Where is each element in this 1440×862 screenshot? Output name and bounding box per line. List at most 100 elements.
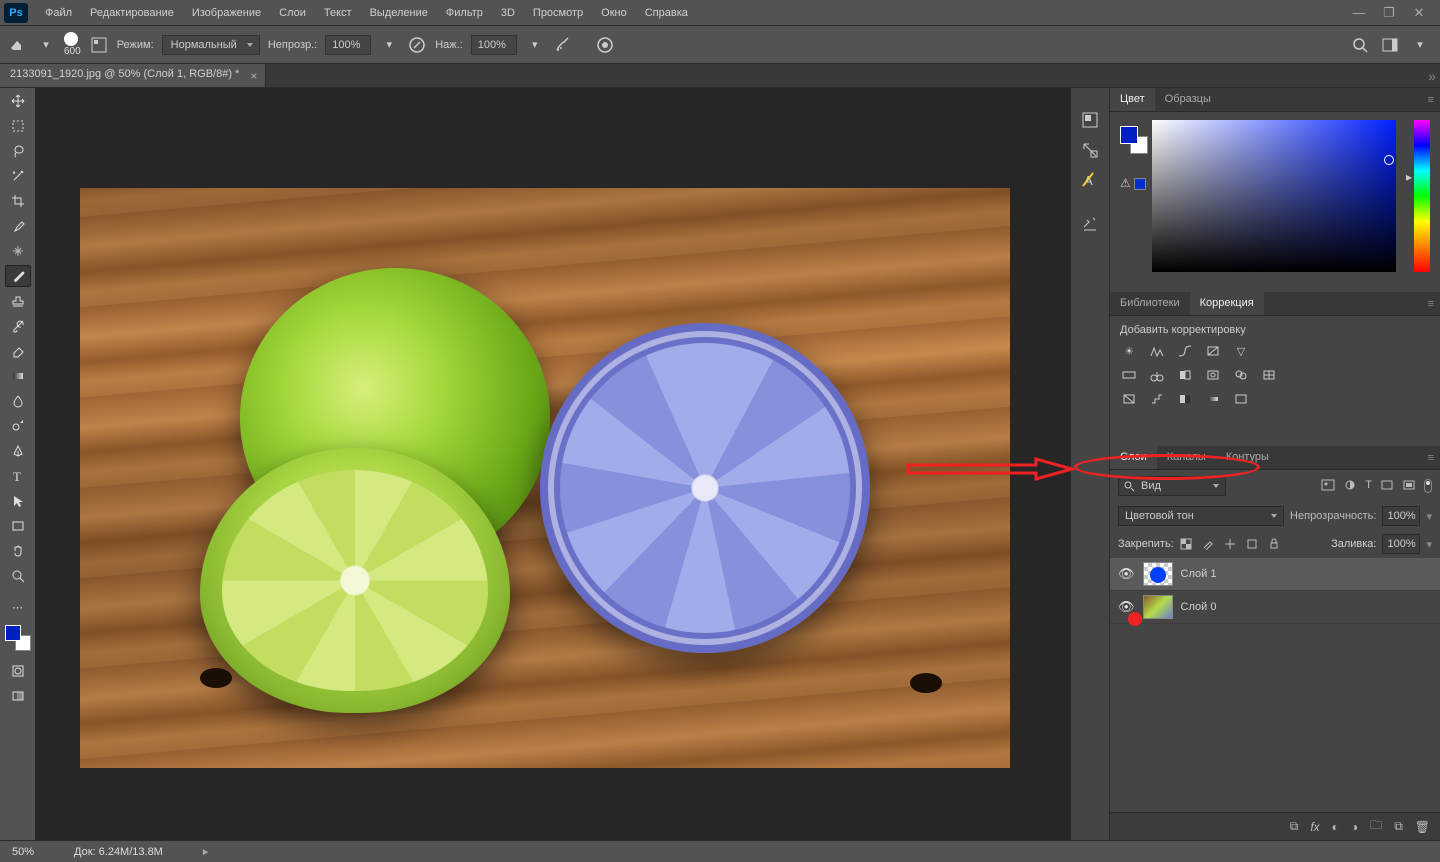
history-brush-tool[interactable] [5, 315, 31, 337]
layer-fill-value[interactable]: 100% [1382, 534, 1420, 554]
layer-thumbnail[interactable] [1143, 562, 1173, 586]
eraser-tool[interactable] [5, 340, 31, 362]
expand-panels-icon[interactable]: » [1428, 68, 1436, 84]
chevron-down-icon[interactable]: ▾ [1426, 510, 1432, 523]
tool-preset-icon[interactable] [8, 35, 28, 55]
blend-mode-dropdown[interactable]: Цветовой тон [1118, 506, 1284, 526]
panel-menu-icon[interactable]: ≡ [1428, 452, 1434, 464]
chevron-down-icon[interactable]: ▾ [379, 35, 399, 55]
layer-opacity-value[interactable]: 100% [1382, 506, 1420, 526]
menu-help[interactable]: Справка [636, 3, 697, 23]
filter-smart-icon[interactable] [1402, 479, 1416, 493]
delete-layer-icon[interactable]: 🗑 [1415, 820, 1430, 834]
chevron-down-icon[interactable]: ▾ [1410, 35, 1430, 55]
type-tool[interactable]: T [5, 465, 31, 487]
menu-select[interactable]: Выделение [361, 3, 437, 23]
pressure-size-icon[interactable] [595, 35, 615, 55]
layer-name[interactable]: Слой 1 [1181, 568, 1217, 580]
posterize-adj-icon[interactable] [1148, 390, 1166, 408]
layer-mask-icon[interactable]: ◐ [1332, 820, 1339, 834]
lock-transparency-icon[interactable] [1180, 538, 1196, 550]
eyedropper-tool[interactable] [5, 215, 31, 237]
brush-preview[interactable]: 600 [64, 32, 81, 57]
lock-position-icon[interactable] [1224, 538, 1240, 550]
gradient-tool[interactable] [5, 365, 31, 387]
menu-text[interactable]: Текст [315, 3, 361, 23]
tab-color[interactable]: Цвет [1110, 88, 1155, 111]
menu-image[interactable]: Изображение [183, 3, 270, 23]
close-icon[interactable]: × [250, 69, 257, 83]
flow-value[interactable]: 100% [471, 35, 517, 55]
photo-filter-adj-icon[interactable] [1204, 366, 1222, 384]
layer-filter-type[interactable]: Вид [1118, 476, 1226, 496]
levels-adj-icon[interactable] [1148, 342, 1166, 360]
doc-size[interactable]: Док: 6.24M/13.8M [74, 846, 163, 858]
menu-layers[interactable]: Слои [270, 3, 315, 23]
chevron-down-icon[interactable]: ▾ [525, 35, 545, 55]
layer-name[interactable]: Слой 0 [1181, 601, 1217, 613]
menu-window[interactable]: Окно [592, 3, 636, 23]
gamut-warning-icon[interactable]: ⚠ [1120, 176, 1146, 190]
chevron-down-icon[interactable]: ▾ [36, 35, 56, 55]
curves-adj-icon[interactable] [1176, 342, 1194, 360]
chevron-down-icon[interactable]: ▾ [1426, 538, 1432, 551]
layer-thumbnail[interactable] [1143, 595, 1173, 619]
layer-row[interactable]: 👁 Слой 0 [1110, 591, 1440, 624]
new-adjustment-icon[interactable]: ◑ [1351, 820, 1358, 834]
channel-mixer-adj-icon[interactable] [1232, 366, 1250, 384]
zoom-level[interactable]: 50% [12, 846, 34, 858]
hand-tool[interactable] [5, 540, 31, 562]
bw-adj-icon[interactable] [1176, 366, 1194, 384]
layer-row[interactable]: 👁 Слой 1 [1110, 558, 1440, 591]
history-panel-icon[interactable] [1078, 108, 1102, 132]
airbrush-icon[interactable] [553, 35, 573, 55]
hue-slider[interactable] [1414, 120, 1430, 272]
visibility-icon[interactable]: 👁 [1118, 599, 1135, 615]
tab-adjustments[interactable]: Коррекция [1190, 292, 1264, 315]
window-minimize-icon[interactable]: — [1352, 6, 1366, 20]
status-chevron-icon[interactable]: ▸ [203, 845, 209, 858]
opacity-value[interactable]: 100% [325, 35, 371, 55]
new-layer-icon[interactable]: ⧉ [1394, 819, 1403, 834]
quick-mask-icon[interactable] [5, 660, 31, 682]
filter-type-icon[interactable]: T [1365, 479, 1372, 493]
document-tab[interactable]: 2133091_1920.jpg @ 50% (Слой 1, RGB/8#) … [0, 64, 266, 87]
crop-tool[interactable] [5, 190, 31, 212]
pen-tool[interactable] [5, 440, 31, 462]
hue-sat-adj-icon[interactable] [1120, 366, 1138, 384]
color-swatches[interactable] [5, 625, 31, 651]
lock-paint-icon[interactable] [1202, 538, 1218, 550]
menu-view[interactable]: Просмотр [524, 3, 592, 23]
marquee-tool[interactable] [5, 115, 31, 137]
lock-all-icon[interactable] [1268, 538, 1284, 550]
character-panel-icon[interactable]: A [1078, 168, 1102, 192]
panel-menu-icon[interactable]: ≡ [1428, 298, 1434, 310]
color-lookup-adj-icon[interactable] [1260, 366, 1278, 384]
brightness-adj-icon[interactable]: ☀ [1120, 342, 1138, 360]
gradient-map-adj-icon[interactable] [1204, 390, 1222, 408]
layer-style-icon[interactable]: fx [1310, 820, 1319, 834]
tab-channels[interactable]: Каналы [1157, 446, 1216, 469]
vibrance-adj-icon[interactable]: ▽ [1232, 342, 1250, 360]
window-close-icon[interactable]: ✕ [1412, 6, 1426, 20]
window-maximize-icon[interactable]: ❐ [1382, 6, 1396, 20]
color-field[interactable] [1152, 120, 1396, 272]
visibility-icon[interactable]: 👁 [1118, 566, 1135, 582]
path-select-tool[interactable] [5, 490, 31, 512]
tab-libraries[interactable]: Библиотеки [1110, 292, 1190, 315]
menu-file[interactable]: Файл [36, 3, 81, 23]
lock-artboard-icon[interactable] [1246, 538, 1262, 550]
tab-swatches[interactable]: Образцы [1155, 88, 1221, 111]
zoom-tool[interactable] [5, 565, 31, 587]
menu-3d[interactable]: 3D [492, 3, 524, 23]
filter-toggle-icon[interactable] [1424, 479, 1432, 493]
threshold-adj-icon[interactable] [1176, 390, 1194, 408]
menu-edit[interactable]: Редактирование [81, 3, 183, 23]
canvas-area[interactable] [36, 88, 1070, 840]
rectangle-tool[interactable] [5, 515, 31, 537]
pressure-opacity-icon[interactable] [407, 35, 427, 55]
lasso-tool[interactable] [5, 140, 31, 162]
properties-panel-icon[interactable] [1078, 138, 1102, 162]
filter-shape-icon[interactable] [1380, 479, 1394, 493]
invert-adj-icon[interactable] [1120, 390, 1138, 408]
